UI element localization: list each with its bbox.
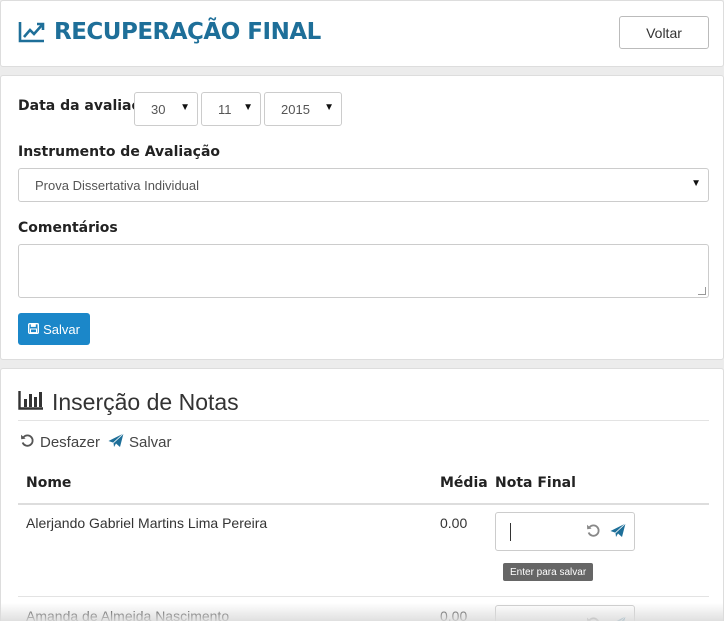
- year-select[interactable]: 2015 ▼: [264, 92, 342, 126]
- header-panel: RECUPERAÇÃO FINAL Voltar: [0, 0, 724, 67]
- save-grades-button[interactable]: Salvar: [108, 433, 172, 452]
- save-form-label: Salvar: [43, 321, 80, 337]
- evaluation-form-panel: Data da avaliação 30 ▼ 11 ▼ 2015 ▼ Instr…: [0, 75, 724, 360]
- month-value: 11: [218, 101, 232, 117]
- dropdown-arrow-icon: ▼: [243, 102, 253, 113]
- instrument-label: Instrumento de Avaliação: [18, 144, 221, 160]
- floppy-disk-icon: [28, 322, 40, 337]
- text-cursor: [510, 523, 511, 541]
- column-header-final-grade[interactable]: Nota Final: [495, 475, 576, 491]
- divider: [18, 420, 709, 421]
- dropdown-arrow-icon: ▼: [324, 102, 334, 113]
- undo-icon[interactable]: [586, 523, 601, 543]
- comments-textarea[interactable]: [18, 244, 709, 298]
- instrument-select[interactable]: Prova Dissertativa Individual ▼: [18, 168, 709, 202]
- student-average: 0.00: [440, 608, 468, 621]
- save-grades-label: Salvar: [129, 434, 172, 451]
- dropdown-arrow-icon: ▼: [691, 178, 701, 189]
- dropdown-arrow-icon: ▼: [180, 102, 190, 113]
- table-header-divider: [18, 503, 709, 505]
- page-title-text: RECUPERAÇÃO FINAL: [54, 19, 321, 45]
- undo-button[interactable]: Desfazer: [20, 433, 100, 452]
- instrument-value: Prova Dissertativa Individual: [35, 177, 200, 193]
- student-name: Alerjando Gabriel Martins Lima Pereira: [26, 515, 268, 531]
- send-icon[interactable]: [610, 523, 626, 543]
- bar-chart-icon: [18, 389, 44, 416]
- page-title: RECUPERAÇÃO FINAL: [18, 19, 321, 45]
- save-form-button[interactable]: Salvar: [18, 313, 90, 345]
- grades-panel: Inserção de Notas Desfazer Salvar Nome M…: [0, 368, 724, 621]
- student-name: Amanda de Almeida Nascimento: [26, 608, 230, 621]
- save-hint-tooltip: Enter para salvar: [503, 563, 594, 581]
- section-title: Inserção de Notas: [18, 389, 239, 416]
- month-select[interactable]: 11 ▼: [201, 92, 261, 126]
- student-average: 0.00: [440, 515, 468, 531]
- send-icon: [108, 433, 124, 452]
- section-title-text: Inserção de Notas: [52, 389, 239, 415]
- undo-icon: [20, 433, 35, 452]
- column-header-name[interactable]: Nome: [26, 475, 71, 491]
- day-select[interactable]: 30 ▼: [134, 92, 198, 126]
- undo-label: Desfazer: [40, 434, 101, 451]
- line-chart-icon: [18, 20, 46, 44]
- undo-icon[interactable]: [586, 616, 601, 621]
- resize-handle-icon[interactable]: [698, 287, 706, 295]
- column-header-average[interactable]: Média: [440, 475, 488, 491]
- back-button[interactable]: Voltar: [619, 16, 709, 49]
- send-icon[interactable]: [610, 616, 626, 621]
- final-grade-input[interactable]: [495, 512, 635, 551]
- final-grade-input[interactable]: [495, 605, 635, 621]
- year-value: 2015: [281, 101, 310, 117]
- comments-label: Comentários: [18, 220, 118, 236]
- day-value: 30: [151, 101, 166, 117]
- row-divider: [18, 596, 709, 597]
